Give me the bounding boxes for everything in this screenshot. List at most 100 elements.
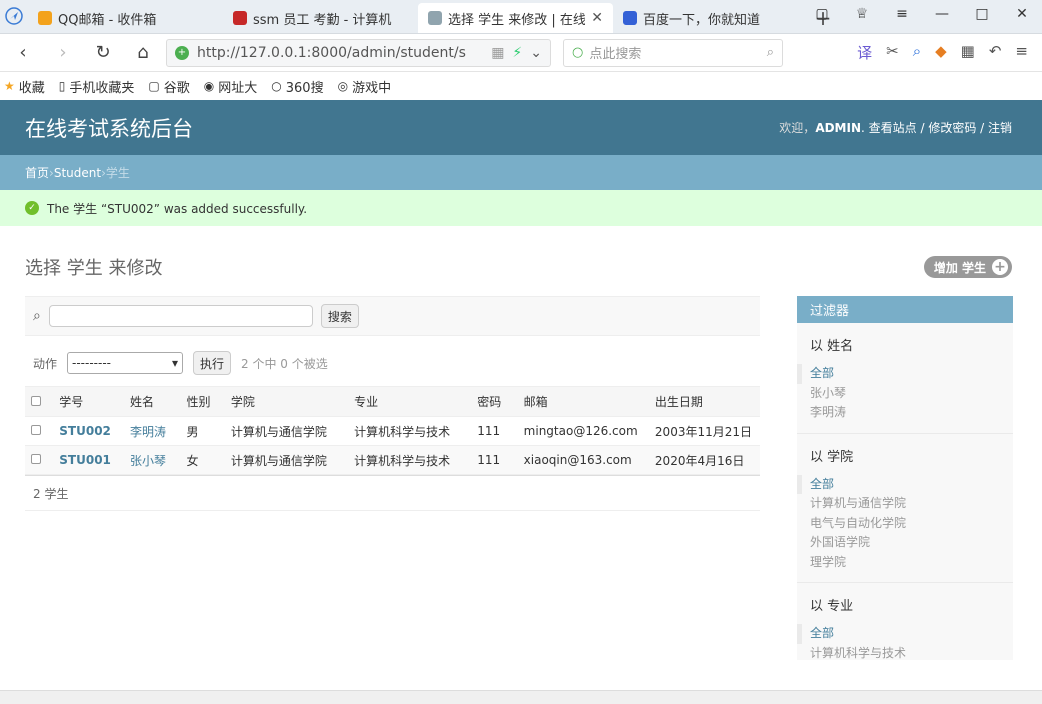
- table-cell: 张小琴: [123, 445, 181, 475]
- user-links[interactable]: . 查看站点 / 修改密码 / 注销: [861, 121, 1012, 135]
- action-select[interactable]: --------- ▾: [67, 352, 184, 374]
- column-header[interactable]: 专业: [348, 386, 472, 417]
- browser-tab[interactable]: ssm 员工 考勤 - 计算机: [223, 3, 418, 33]
- filter-option[interactable]: 全部: [797, 624, 1000, 644]
- scissors-icon[interactable]: ✂: [886, 42, 899, 63]
- filter-group-title: 以 学院: [810, 449, 854, 465]
- search-icon[interactable]: ⌕: [767, 45, 774, 60]
- bookmark-icon: ◉: [203, 79, 215, 93]
- execute-button[interactable]: 执行: [193, 351, 232, 375]
- tab-close-icon[interactable]: ✕: [591, 10, 603, 26]
- success-message: ✓ The 学生 “STU002” was added successfully…: [0, 190, 1042, 226]
- table-row: STU002 李明涛男计算机与通信学院 计算机科学与技术 111 mingtao@126…: [25, 416, 760, 446]
- dropdown-icon[interactable]: ⌄: [530, 45, 542, 61]
- back-icon[interactable]: ‹: [6, 42, 40, 63]
- breadcrumb-home[interactable]: 首页: [25, 164, 49, 181]
- welcome-text: 欢迎，: [779, 121, 816, 135]
- search-button[interactable]: 搜索: [320, 304, 359, 328]
- browser-tab-bar: QQ邮箱 - 收件箱 ssm 员工 考勤 - 计算机 选择 学生 来修改 | 在线 ✕…: [0, 0, 1042, 34]
- bookmark-item[interactable]: ▯ 手机收藏夹: [59, 77, 135, 96]
- bookmark-icon: ○: [271, 79, 282, 93]
- table-row: STU001 张小琴女计算机与通信学院 计算机科学与技术 111 xiaoqin@163…: [25, 445, 760, 475]
- paginator: 2 学生: [25, 475, 760, 511]
- home-icon[interactable]: ⌂: [126, 42, 160, 63]
- select-all-cell: [25, 386, 54, 417]
- browser-tab[interactable]: 选择 学生 来修改 | 在线 ✕: [418, 3, 613, 33]
- tab-favicon-icon: [428, 11, 442, 25]
- translate-icon[interactable]: 译: [857, 42, 872, 63]
- tab-favicon-icon: [623, 11, 637, 25]
- column-header[interactable]: 学院: [224, 386, 349, 417]
- content: 选择 学生 来修改 增加 学生 + ⌕ 搜索 动作 --------- ▾ 执行…: [0, 226, 1042, 660]
- qr-icon[interactable]: ▦: [491, 45, 504, 61]
- row-checkbox[interactable]: [31, 454, 41, 464]
- column-header[interactable]: 学号: [53, 386, 124, 417]
- success-message-text: The 学生 “STU002” was added successfully.: [47, 201, 308, 216]
- game-icon[interactable]: ◆: [935, 42, 947, 63]
- bookmark-item[interactable]: ▢ 谷歌: [148, 77, 189, 96]
- browser-tab[interactable]: 百度一下，你就知道: [613, 3, 808, 33]
- student-id-link[interactable]: STU002: [59, 424, 111, 438]
- forward-icon[interactable]: ›: [46, 42, 80, 63]
- filter-option[interactable]: 张小琴: [810, 384, 1000, 404]
- filter-group-title: 以 专业: [810, 599, 854, 614]
- search-engine-icon[interactable]: ○: [572, 45, 583, 60]
- bookmark-item[interactable]: ◎ 游戏中: [338, 77, 392, 96]
- filter-option[interactable]: 电气与自动化学院: [810, 514, 1000, 534]
- breadcrumb-current: 学生: [105, 166, 130, 180]
- browser-tab[interactable]: QQ邮箱 - 收件箱: [28, 3, 223, 33]
- bookmark-label: 网址大: [218, 80, 258, 96]
- select-all-checkbox[interactable]: [31, 395, 41, 406]
- filter-option[interactable]: 李明涛: [810, 403, 1000, 423]
- student-name-link[interactable]: 张小琴: [130, 454, 166, 468]
- skin-icon[interactable]: ♕: [842, 6, 882, 22]
- close-window-icon[interactable]: ✕: [1002, 6, 1042, 22]
- chevron-down-icon: ▾: [171, 356, 179, 370]
- bookmark-item[interactable]: ◉ 网址大: [204, 77, 258, 96]
- admin-header: 在线考试系统后台 欢迎，ADMIN. 查看站点 / 修改密码 / 注销: [0, 100, 1042, 155]
- filter-option[interactable]: 计算机与通信学院: [810, 494, 1000, 514]
- filter-option[interactable]: 计算机科学与技术: [810, 644, 1000, 661]
- bookmarks-bar: ★ 收藏 ▯ 手机收藏夹 ▢ 谷歌 ◉ 网址大 ○ 360搜 ◎ 游戏中: [0, 72, 1042, 100]
- column-header[interactable]: 姓名: [123, 386, 181, 417]
- browser-search-box[interactable]: ○ 点此搜索 ⌕: [563, 38, 783, 67]
- breadcrumb-app[interactable]: Student: [54, 166, 101, 180]
- filter-option[interactable]: 全部: [797, 364, 1000, 384]
- undo-icon[interactable]: ↶: [989, 42, 1002, 63]
- student-id-link[interactable]: STU001: [59, 453, 111, 467]
- bookmark-item[interactable]: ★ 收藏: [4, 77, 45, 96]
- bookmark-icon: ▢: [148, 79, 160, 93]
- table-cell: mingtao@126.com: [517, 416, 649, 446]
- column-header[interactable]: 出生日期: [648, 386, 760, 417]
- table-header-row: 学号 姓名 性别 学院 专业 密码 邮箱 出生日期: [25, 386, 760, 417]
- bookmark-label: 谷歌: [163, 80, 190, 96]
- bookmark-item[interactable]: ○ 360搜: [271, 77, 323, 96]
- student-name-link[interactable]: 李明涛: [130, 425, 166, 439]
- table-cell: 男: [180, 416, 225, 446]
- filter-option[interactable]: 全部: [797, 474, 1000, 494]
- minimize-icon[interactable]: —: [922, 6, 962, 22]
- filter-option[interactable]: 外国语学院: [810, 533, 1000, 553]
- filter-list: 全部 计算机与通信学院 电气与自动化学院 外国语学院 理学院: [797, 469, 1013, 583]
- browser-logo-icon[interactable]: [0, 0, 28, 33]
- lightning-icon[interactable]: ⚡: [512, 45, 522, 61]
- filter-panel: 过滤器 以 姓名 全部 张小琴 李明涛以 学院 全部 计算机与通信学院 电气与自动化学院 外国…: [797, 296, 1013, 660]
- tab-count-icon[interactable]: ▢: [802, 6, 842, 22]
- row-checkbox[interactable]: [31, 425, 41, 435]
- menu-icon[interactable]: ≡: [882, 6, 922, 22]
- maximize-icon[interactable]: □: [962, 6, 1002, 22]
- search-input[interactable]: [48, 305, 313, 327]
- reload-icon[interactable]: ↻: [86, 42, 120, 63]
- site-brand[interactable]: 在线考试系统后台: [25, 113, 193, 143]
- find-icon[interactable]: ⌕: [913, 42, 921, 63]
- column-header[interactable]: 性别: [180, 386, 225, 417]
- address-text: http://127.0.0.1:8000/admin/student/s: [197, 44, 466, 61]
- more-icon[interactable]: ≡: [1015, 42, 1028, 63]
- apps-icon[interactable]: ▦: [961, 42, 975, 63]
- address-bar[interactable]: + http://127.0.0.1:8000/admin/student/s …: [166, 38, 551, 67]
- filter-option[interactable]: 理学院: [810, 553, 1000, 573]
- table-body: STU002 李明涛男计算机与通信学院 计算机科学与技术 111 mingtao@126…: [25, 416, 760, 475]
- column-header[interactable]: 密码: [471, 386, 518, 417]
- column-header[interactable]: 邮箱: [517, 386, 649, 417]
- add-student-button[interactable]: 增加 学生 +: [923, 256, 1012, 278]
